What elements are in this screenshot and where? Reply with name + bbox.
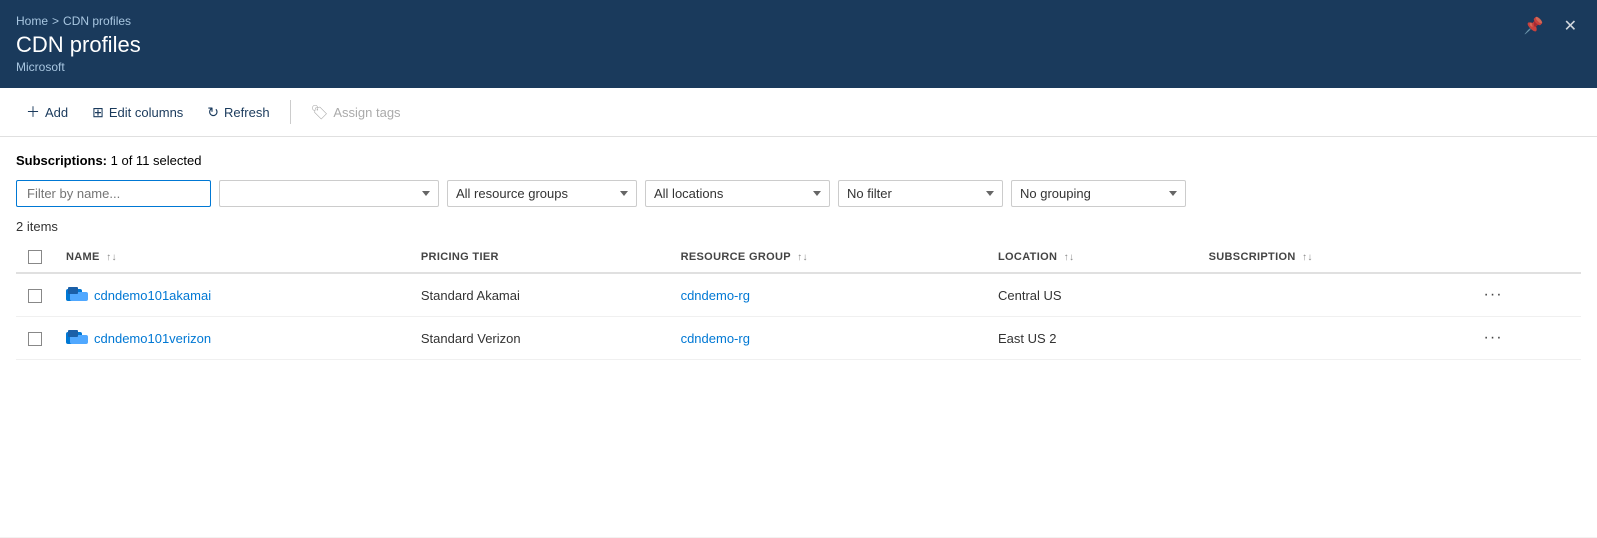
cdn-icon — [66, 287, 88, 303]
pin-button[interactable]: 📌 — [1520, 12, 1548, 40]
row-pricing-tier: Standard Akamai — [409, 273, 669, 317]
close-icon: ✕ — [1564, 18, 1577, 35]
columns-icon: ⊞ — [92, 104, 104, 121]
row-location: East US 2 — [986, 317, 1197, 360]
col-location: LOCATION ↑↓ — [986, 242, 1197, 273]
name-sort-icon[interactable]: ↑↓ — [106, 252, 117, 263]
col-name: NAME ↑↓ — [54, 242, 409, 273]
resource-group-filter[interactable]: All resource groups — [447, 180, 637, 207]
add-icon: ＋ — [26, 102, 40, 122]
row-location: Central US — [986, 273, 1197, 317]
page-subtitle: Microsoft — [16, 60, 1581, 74]
row-more-cell: ··· — [1466, 273, 1581, 317]
resource-group-sort-icon[interactable]: ↑↓ — [797, 252, 808, 263]
edit-columns-button[interactable]: ⊞ Edit columns — [82, 98, 193, 127]
cdn-icon — [66, 330, 88, 346]
breadcrumb-current: CDN profiles — [63, 14, 131, 28]
row-checkbox-cell — [16, 317, 54, 360]
subscriptions-line: Subscriptions: 1 of 11 selected — [16, 153, 1581, 168]
assign-tags-label: Assign tags — [333, 105, 400, 120]
items-count: 2 items — [16, 219, 1581, 234]
subscription-filter[interactable] — [219, 180, 439, 207]
header-actions: 📌 ✕ — [1520, 12, 1581, 40]
row-name-cell: cdndemo101verizon — [54, 317, 409, 360]
col-resource-group-label: RESOURCE GROUP — [681, 251, 791, 263]
edit-columns-label: Edit columns — [109, 105, 183, 120]
location-filter[interactable]: All locations — [645, 180, 830, 207]
row-checkbox-cell — [16, 273, 54, 317]
pin-icon: 📌 — [1524, 18, 1544, 35]
col-actions — [1466, 242, 1581, 273]
row-checkbox[interactable] — [28, 289, 42, 303]
toolbar-divider — [290, 100, 291, 124]
refresh-button[interactable]: ↻ Refresh — [197, 98, 279, 127]
subscription-sort-icon[interactable]: ↑↓ — [1302, 252, 1313, 263]
filter-row: All resource groups All locations No fil… — [16, 180, 1581, 207]
add-button[interactable]: ＋ Add — [16, 96, 78, 128]
breadcrumb: Home > CDN profiles — [16, 14, 1581, 28]
row-more-button[interactable]: ··· — [1478, 327, 1509, 349]
col-pricing-tier: PRICING TIER — [409, 242, 669, 273]
assign-tags-button[interactable]: 🏷 Assign tags — [301, 98, 411, 127]
page-title: CDN profiles — [16, 32, 1581, 58]
col-name-label: NAME — [66, 251, 100, 263]
col-subscription-label: SUBSCRIPTION — [1209, 251, 1296, 263]
row-subscription — [1197, 273, 1466, 317]
table-row: cdndemo101verizon Standard Verizon cdnde… — [16, 317, 1581, 360]
row-name-link[interactable]: cdndemo101akamai — [94, 288, 211, 303]
subscriptions-label: Subscriptions: — [16, 153, 107, 168]
row-checkbox[interactable] — [28, 332, 42, 346]
filter-name-input[interactable] — [16, 180, 211, 207]
cdn-profiles-table: NAME ↑↓ PRICING TIER RESOURCE GROUP ↑↓ L… — [16, 242, 1581, 360]
table-header: NAME ↑↓ PRICING TIER RESOURCE GROUP ↑↓ L… — [16, 242, 1581, 273]
row-rg-link[interactable]: cdndemo-rg — [681, 331, 750, 346]
no-filter-filter[interactable]: No filter — [838, 180, 1003, 207]
row-pricing-tier: Standard Verizon — [409, 317, 669, 360]
col-resource-group: RESOURCE GROUP ↑↓ — [669, 242, 986, 273]
table-body: cdndemo101akamai Standard Akamai cdndemo… — [16, 273, 1581, 360]
refresh-icon: ↻ — [207, 104, 219, 121]
breadcrumb-home[interactable]: Home — [16, 14, 48, 28]
table-row: cdndemo101akamai Standard Akamai cdndemo… — [16, 273, 1581, 317]
content-area: Subscriptions: 1 of 11 selected All reso… — [0, 137, 1597, 537]
subscriptions-value: 1 of 11 selected — [111, 153, 202, 168]
breadcrumb-separator: > — [52, 14, 59, 28]
location-sort-icon[interactable]: ↑↓ — [1064, 252, 1075, 263]
page-header: Home > CDN profiles CDN profiles Microso… — [0, 0, 1597, 88]
col-location-label: LOCATION — [998, 251, 1057, 263]
row-name-link[interactable]: cdndemo101verizon — [94, 331, 211, 346]
col-subscription: SUBSCRIPTION ↑↓ — [1197, 242, 1466, 273]
row-resource-group: cdndemo-rg — [669, 317, 986, 360]
row-name-cell: cdndemo101akamai — [54, 273, 409, 317]
grouping-filter[interactable]: No grouping — [1011, 180, 1186, 207]
refresh-label: Refresh — [224, 105, 270, 120]
row-rg-link[interactable]: cdndemo-rg — [681, 288, 750, 303]
tag-icon: 🏷 — [311, 104, 329, 121]
add-label: Add — [45, 105, 68, 120]
close-button[interactable]: ✕ — [1560, 12, 1581, 40]
col-pricing-tier-label: PRICING TIER — [421, 251, 499, 263]
row-more-cell: ··· — [1466, 317, 1581, 360]
toolbar: ＋ Add ⊞ Edit columns ↻ Refresh 🏷 Assign … — [0, 88, 1597, 137]
select-all-header — [16, 242, 54, 273]
row-subscription — [1197, 317, 1466, 360]
row-resource-group: cdndemo-rg — [669, 273, 986, 317]
row-more-button[interactable]: ··· — [1478, 284, 1509, 306]
select-all-checkbox[interactable] — [28, 250, 42, 264]
